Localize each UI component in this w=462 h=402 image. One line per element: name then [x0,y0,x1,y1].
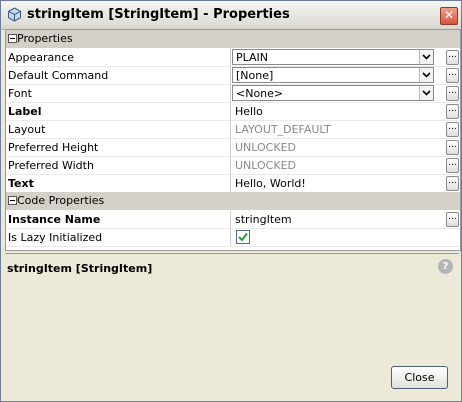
column-divider [230,174,231,192]
property-value: PLAIN [236,51,269,64]
ellipsis-button[interactable]: ... [446,122,459,137]
ellipsis-button[interactable]: ... [446,212,459,227]
property-row[interactable]: Text Hello, World!... [6,174,460,193]
property-row[interactable]: Instance Name stringItem... [6,210,460,229]
help-icon[interactable]: ? [438,259,453,274]
property-row[interactable]: Is Lazy Initialized [6,228,460,247]
category-label: Properties [17,32,73,45]
chevron-down-icon[interactable] [419,50,433,64]
property-row[interactable]: Preferred Width UNLOCKED... [6,156,460,175]
property-value[interactable]: Hello [235,105,263,118]
property-name: Preferred Height [8,141,99,154]
column-divider [230,156,231,174]
property-combo[interactable]: PLAIN [232,49,434,65]
property-combo[interactable]: [None] [232,67,434,83]
property-value[interactable]: Hello, World! [235,177,306,190]
property-row[interactable]: Preferred Height UNLOCKED... [6,138,460,157]
property-name: Font [8,87,32,100]
column-divider [230,210,231,228]
property-name: Label [8,105,42,118]
property-name: Layout [8,123,46,136]
ellipsis-button[interactable]: ... [446,104,459,119]
close-window-icon[interactable]: ✕ [440,7,458,25]
property-value[interactable]: LAYOUT_DEFAULT [235,123,331,136]
ellipsis-button[interactable]: ... [446,50,459,65]
property-row[interactable]: Label Hello... [6,102,460,121]
ellipsis-button[interactable]: ... [446,68,459,83]
column-divider [230,66,231,84]
chevron-down-icon[interactable] [419,68,433,82]
window-title: stringItem [StringItem] - Properties [27,7,290,22]
property-combo[interactable]: <None> [232,85,434,101]
column-divider [230,228,231,246]
property-value[interactable]: UNLOCKED [235,159,296,172]
collapse-toggle-icon[interactable] [8,196,17,205]
property-value[interactable]: UNLOCKED [235,141,296,154]
property-name: Preferred Width [8,159,94,172]
property-value: [None] [236,69,274,82]
property-name: Appearance [8,51,75,64]
property-checkbox[interactable] [236,230,250,244]
property-name: Text [8,177,34,190]
close-button[interactable]: Close [391,366,448,389]
column-divider [230,84,231,102]
property-value: <None> [236,87,284,100]
checkmark-icon [238,232,248,242]
property-name: Instance Name [8,213,101,226]
column-divider [230,48,231,66]
ellipsis-button[interactable]: ... [446,140,459,155]
property-row[interactable]: Font <None>... [6,84,460,103]
chevron-down-icon[interactable] [419,86,433,100]
property-row[interactable]: Layout LAYOUT_DEFAULT... [6,120,460,139]
ellipsis-button[interactable]: ... [446,158,459,173]
collapse-toggle-icon[interactable] [8,34,17,43]
column-divider [230,138,231,156]
ellipsis-button[interactable]: ... [446,86,459,101]
ellipsis-button[interactable]: ... [446,176,459,191]
property-sheet: Properties Appearance PLAIN... Default Comm… [5,29,461,251]
property-row[interactable]: Appearance PLAIN... [6,48,460,67]
category-properties[interactable]: Properties [6,30,460,48]
title-bar[interactable]: stringItem [StringItem] - Properties ✕ [1,1,461,30]
column-divider [230,102,231,120]
description-title: stringItem [StringItem] [7,262,153,275]
property-name: Default Command [8,69,109,82]
category-label: Code Properties [17,194,105,207]
category-code-properties[interactable]: Code Properties [6,192,460,210]
column-divider [230,120,231,138]
component-icon [8,7,21,22]
property-row[interactable]: Default Command [None]... [6,66,460,85]
property-value[interactable]: stringItem [235,213,292,226]
property-name: Is Lazy Initialized [8,231,103,244]
properties-dialog: stringItem [StringItem] - Properties ✕ P… [0,0,462,402]
